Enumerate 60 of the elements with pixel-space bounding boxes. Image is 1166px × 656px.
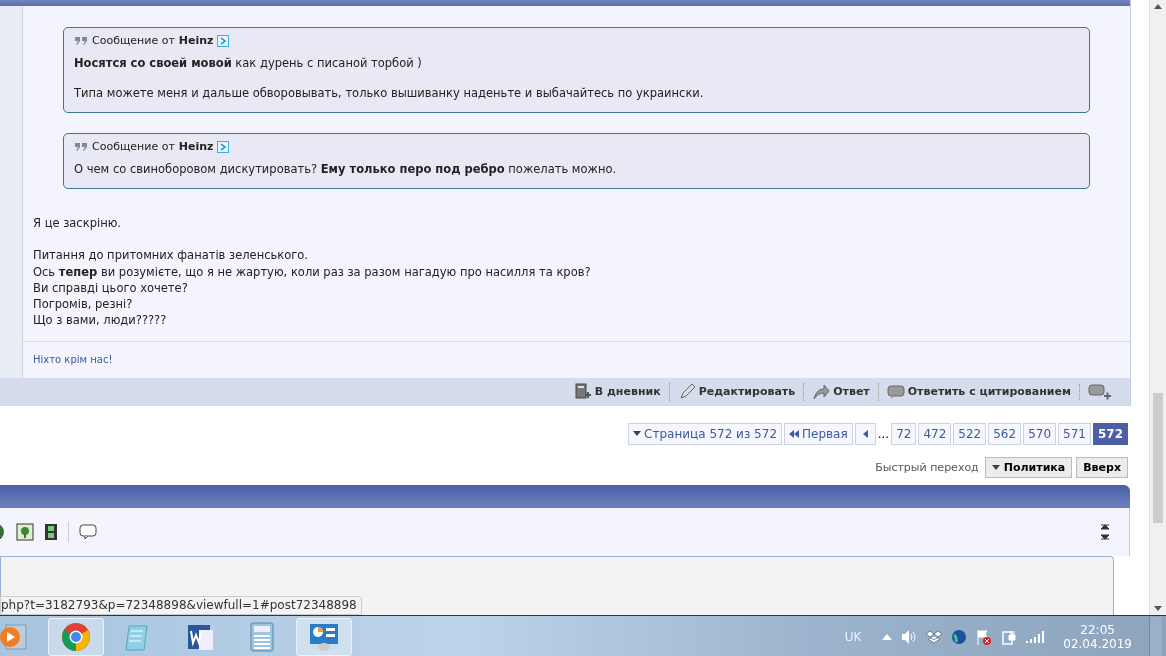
page-button[interactable]: 562 xyxy=(988,422,1022,445)
taskbar-app-button[interactable] xyxy=(296,617,352,656)
previous-page-button[interactable] xyxy=(854,422,876,445)
post-text: Ви справді цього хочете? xyxy=(33,279,189,297)
page-button[interactable]: 522 xyxy=(953,422,987,445)
page-button[interactable]: 570 xyxy=(1023,422,1057,445)
page-button[interactable]: 72 xyxy=(891,422,917,445)
quote-label: Сообщение от xyxy=(92,34,175,47)
taskbar-app-button[interactable] xyxy=(48,617,104,656)
add-quote-icon[interactable] xyxy=(1088,382,1112,401)
view-post-icon[interactable] xyxy=(217,140,230,153)
signal-icon[interactable] xyxy=(1026,629,1045,644)
action-button[interactable]: Ответ xyxy=(804,382,879,401)
forum-dropdown[interactable]: Политика xyxy=(984,456,1073,478)
post-text: Я це заскріню. xyxy=(33,215,122,232)
speech-bubble-icon xyxy=(886,383,905,400)
quote-author: Heinz xyxy=(178,34,214,47)
action-button[interactable]: Редактировать xyxy=(669,382,805,401)
quote-marks-icon xyxy=(74,35,88,46)
scrollbar[interactable] xyxy=(1149,0,1166,615)
speech-bubble-icon[interactable] xyxy=(79,522,97,541)
film-icon[interactable] xyxy=(44,522,58,541)
control-panel-icon xyxy=(308,621,340,652)
post-text: Погромів, резні? xyxy=(33,296,134,313)
quote-author: Heinz xyxy=(178,140,214,153)
up-arrow-icon[interactable] xyxy=(882,633,893,640)
action-button[interactable]: Ответить с цитированием xyxy=(878,383,1080,400)
box-icon[interactable] xyxy=(926,629,943,644)
browser-icon xyxy=(61,621,91,652)
page-button[interactable]: 571 xyxy=(1058,422,1091,445)
page-menu-button[interactable]: Страница 572 из 572 xyxy=(628,422,782,445)
flag-error-icon[interactable] xyxy=(976,628,993,645)
collapse-expand-icon[interactable] xyxy=(1101,522,1109,541)
top-button[interactable]: Вверх xyxy=(1076,456,1128,478)
post-text: Питання до притомних фанатів зеленського. xyxy=(33,247,309,264)
status-url-tooltip: php?t=3182793&p=72348898&viewfull=1#post72348898 xyxy=(0,596,362,615)
pencil-icon xyxy=(677,382,696,401)
quick-nav-label: Быстрый переход xyxy=(875,460,979,474)
image-icon[interactable] xyxy=(16,522,34,541)
post-text: Що з вами, люди????? xyxy=(33,312,168,329)
quote-text: Носятся со своей мовой как дурень с писаной торбой ) xyxy=(74,55,423,72)
post-text: Ось тепер ви розумієте, що я не жартую, коли раз за разом нагадую про насилля та кров? xyxy=(33,263,592,280)
signature: Ніхто крім нас! xyxy=(32,352,114,367)
page-button[interactable]: 472 xyxy=(918,422,952,445)
notebook-icon xyxy=(573,382,592,401)
power-plug-icon[interactable] xyxy=(1001,628,1018,645)
speaker-icon[interactable] xyxy=(901,628,918,645)
first-page-button[interactable]: Первая xyxy=(784,422,853,445)
ellipsis: ... xyxy=(877,426,890,441)
quote-label: Сообщение от xyxy=(92,140,175,153)
view-post-icon[interactable] xyxy=(217,34,230,47)
globe-icon[interactable] xyxy=(951,628,968,645)
action-button[interactable]: В дневник xyxy=(565,382,670,401)
page-button[interactable]: 572 xyxy=(1092,422,1128,445)
arrow-icon xyxy=(812,382,831,401)
quote-text: О чем со свиноборовом дискутировать? Ему только перо под ребро пожелать можно. xyxy=(74,161,618,178)
media-player-icon xyxy=(0,621,28,652)
calculator-icon xyxy=(249,621,275,652)
quote-marks-icon xyxy=(74,141,88,152)
quote-text: Типа можете меня и дальше обворовывать, только вышиванку наденьте и выбачайтесь по украински. xyxy=(74,85,705,102)
